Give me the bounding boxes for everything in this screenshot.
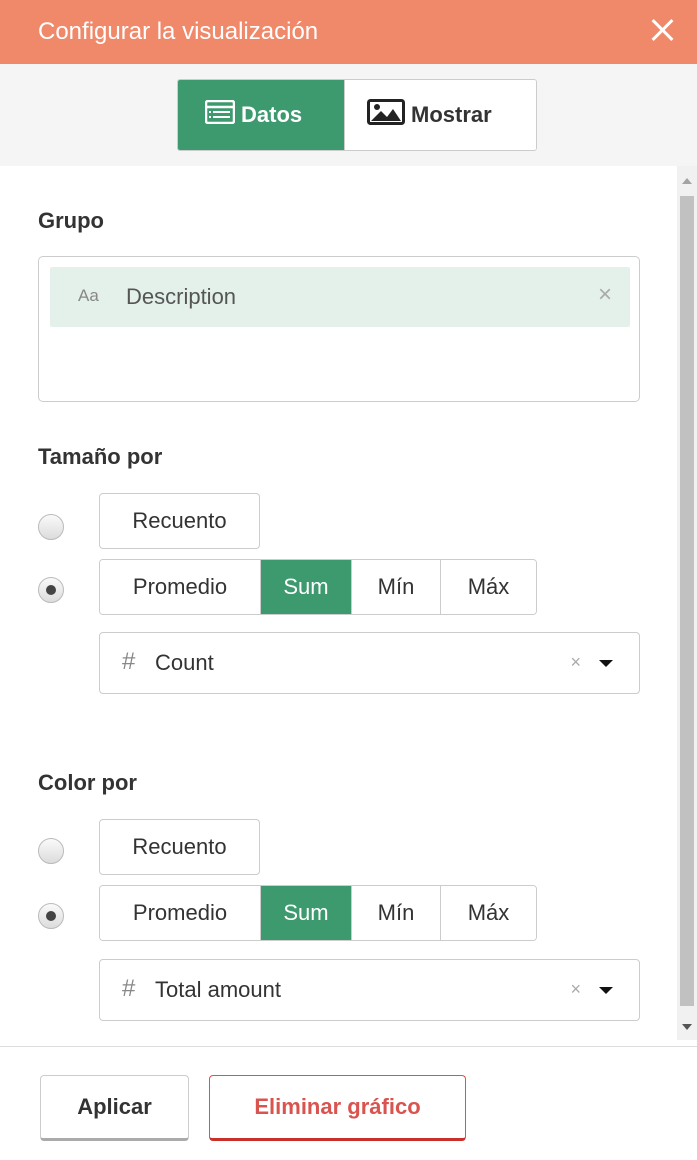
color-agg-promedio[interactable]: Promedio — [100, 886, 260, 940]
size-count-radio[interactable] — [38, 514, 64, 540]
size-aggregation-group: Promedio Sum Mín Máx — [99, 559, 537, 615]
text-type-icon: Aa — [78, 286, 99, 305]
scrollbar-thumb[interactable] — [680, 196, 694, 1006]
footer-divider — [0, 1046, 697, 1047]
size-field-select[interactable]: # Count × — [99, 632, 640, 694]
color-count-radio[interactable] — [38, 838, 64, 864]
color-count-button[interactable]: Recuento — [99, 819, 260, 875]
size-by-label: Tamaño por — [38, 444, 163, 469]
table-list-icon — [204, 99, 236, 130]
size-field-value: Count — [155, 650, 214, 675]
color-agg-max[interactable]: Máx — [440, 886, 536, 940]
scroll-down-icon[interactable] — [682, 1024, 692, 1030]
tab-datos-label: Datos — [241, 102, 303, 127]
clear-selection-icon[interactable]: × — [570, 979, 581, 1000]
size-agg-sum[interactable]: Sum — [260, 560, 351, 614]
close-icon[interactable] — [647, 15, 677, 45]
tab-mostrar-label: Mostrar — [411, 102, 492, 127]
number-type-icon: # — [122, 648, 136, 675]
tab-datos[interactable]: Datos — [178, 80, 344, 150]
group-field-chip[interactable]: Aa Description × — [50, 267, 630, 327]
color-by-label: Color por — [38, 770, 137, 795]
remove-field-icon[interactable]: × — [598, 283, 612, 307]
delete-chart-button[interactable]: Eliminar gráfico — [209, 1075, 466, 1141]
group-field-label: Description — [126, 284, 237, 309]
size-agg-max[interactable]: Máx — [440, 560, 536, 614]
scroll-up-icon[interactable] — [682, 178, 692, 184]
tab-bar: Datos Mostrar — [0, 64, 697, 166]
size-count-button[interactable]: Recuento — [99, 493, 260, 549]
size-aggregation-radio[interactable] — [38, 577, 64, 603]
group-dropzone[interactable]: Aa Description × — [38, 256, 640, 402]
size-agg-min[interactable]: Mín — [351, 560, 440, 614]
chevron-down-icon[interactable] — [599, 660, 613, 667]
tab-mostrar[interactable]: Mostrar — [344, 80, 536, 150]
image-icon — [367, 99, 405, 131]
dialog-title: Configurar la visualización — [38, 18, 319, 45]
color-aggregation-group: Promedio Sum Mín Máx — [99, 885, 537, 941]
size-agg-promedio[interactable]: Promedio — [100, 560, 260, 614]
color-aggregation-radio[interactable] — [38, 903, 64, 929]
tab-group: Datos Mostrar — [177, 79, 537, 151]
number-type-icon: # — [122, 975, 136, 1002]
dialog-header: Configurar la visualización — [0, 0, 697, 64]
scrollbar[interactable] — [677, 166, 697, 1040]
chevron-down-icon[interactable] — [599, 987, 613, 994]
color-field-select[interactable]: # Total amount × — [99, 959, 640, 1021]
color-agg-min[interactable]: Mín — [351, 886, 440, 940]
group-label: Grupo — [38, 208, 104, 233]
clear-selection-icon[interactable]: × — [570, 652, 581, 673]
color-field-value: Total amount — [155, 977, 281, 1002]
color-agg-sum[interactable]: Sum — [260, 886, 351, 940]
apply-button[interactable]: Aplicar — [40, 1075, 189, 1141]
